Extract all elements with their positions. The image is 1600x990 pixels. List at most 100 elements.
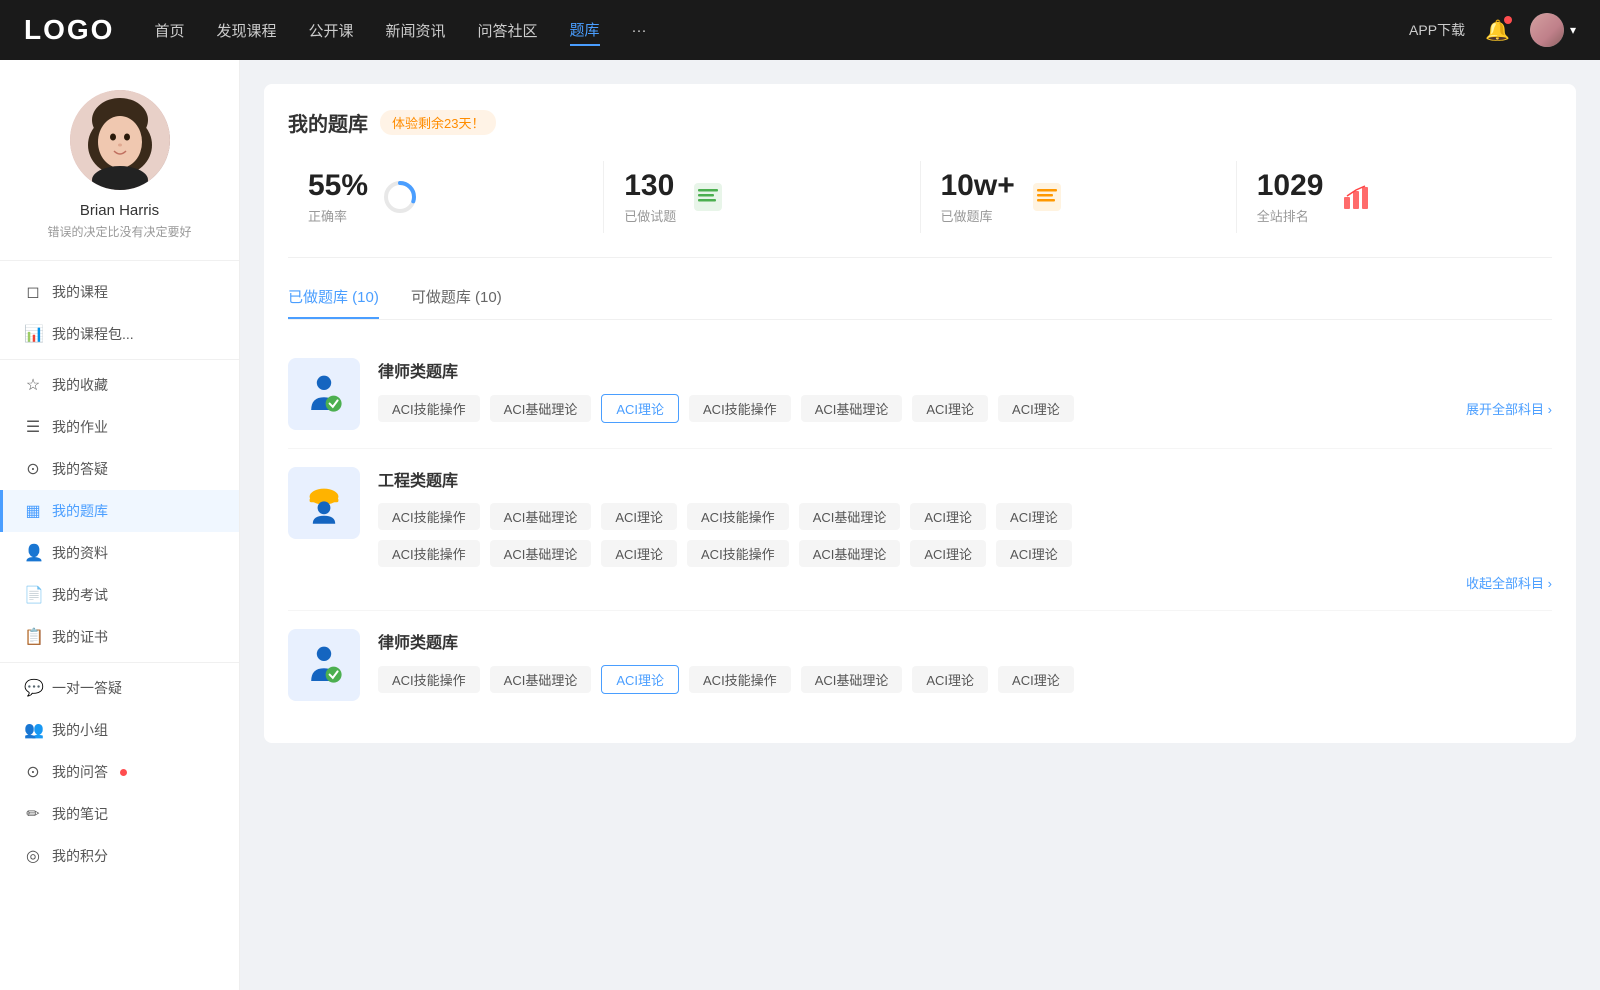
questions-icon: ⊙ [24, 762, 42, 782]
sidebar-item-my-exam[interactable]: 📄 我的考试 [0, 574, 239, 616]
tag[interactable]: ACI理论 [912, 395, 988, 422]
sidebar-item-label: 我的小组 [52, 720, 108, 740]
stat-ranking: 1029 全站排名 [1237, 161, 1552, 233]
tag[interactable]: ACI技能操作 [689, 666, 791, 693]
sidebar-item-label: 我的答疑 [52, 459, 108, 479]
nav-open-class[interactable]: 公开课 [308, 16, 353, 45]
sidebar-item-label: 我的积分 [52, 846, 108, 866]
tag[interactable]: ACI基础理论 [490, 395, 592, 422]
page-title: 我的题库 [288, 108, 368, 137]
tag[interactable]: ACI基础理论 [799, 503, 901, 530]
nav-right: APP下载 🔔 ▾ [1409, 13, 1576, 47]
nav-home[interactable]: 首页 [154, 16, 184, 45]
nav-discover[interactable]: 发现课程 [216, 16, 276, 45]
sidebar-item-my-homework[interactable]: ☰ 我的作业 [0, 406, 239, 448]
expand-link-lawyer1[interactable]: 展开全部科目 › [1466, 399, 1552, 418]
sidebar-item-label: 我的题库 [52, 501, 108, 521]
banks-list-icon [1029, 179, 1065, 215]
ranking-chart-icon [1338, 179, 1374, 215]
questions-list-icon [690, 179, 726, 215]
tag[interactable]: ACI基础理论 [490, 503, 592, 530]
sidebar-item-my-courses[interactable]: ◻ 我的课程 [0, 271, 239, 313]
sidebar-item-my-package[interactable]: 📊 我的课程包... [0, 313, 239, 355]
sidebar-item-my-notes[interactable]: ✏ 我的笔记 [0, 793, 239, 835]
main-content: 我的题库 体验剩余23天！ 55% 正确率 [240, 60, 1600, 990]
nav-menu: 首页 发现课程 公开课 新闻资讯 问答社区 题库 ··· [154, 15, 1409, 46]
nav-more[interactable]: ··· [632, 18, 647, 43]
profile-name: Brian Harris [80, 202, 159, 219]
avatar [70, 90, 170, 190]
courses-icon: ◻ [24, 282, 42, 302]
tag[interactable]: ACI理论 [996, 503, 1072, 530]
tag[interactable]: ACI理论 [912, 666, 988, 693]
tags-row-lawyer1: ACI技能操作 ACI基础理论 ACI理论 ACI技能操作 ACI基础理论 AC… [378, 394, 1552, 423]
tag[interactable]: ACI基础理论 [801, 666, 903, 693]
collapse-footer-engineer1: 收起全部科目 › [378, 573, 1552, 592]
tag[interactable]: ACI理论 [601, 503, 677, 530]
tag[interactable]: ACI理论 [601, 540, 677, 567]
logo: LOGO [24, 14, 114, 46]
tag[interactable]: ACI技能操作 [378, 666, 480, 693]
stat-ranking-label: 全站排名 [1257, 206, 1324, 225]
sidebar-item-one-on-one[interactable]: 💬 一对一答疑 [0, 667, 239, 709]
one-on-one-icon: 💬 [24, 678, 42, 698]
lawyer-bank-icon-2 [288, 629, 360, 701]
sidebar-item-my-qbank[interactable]: ▦ 我的题库 [0, 490, 239, 532]
sidebar-item-my-cert[interactable]: 📋 我的证书 [0, 616, 239, 658]
sidebar-item-my-profile[interactable]: 👤 我的资料 [0, 532, 239, 574]
group-icon: 👥 [24, 720, 42, 740]
tag[interactable]: ACI技能操作 [378, 503, 480, 530]
user-menu[interactable]: ▾ [1530, 13, 1576, 47]
qa-icon: ⊙ [24, 459, 42, 479]
sidebar-item-label: 一对一答疑 [52, 678, 122, 698]
stat-banks-value: 10w+ [941, 169, 1015, 202]
sidebar-item-label: 我的考试 [52, 585, 108, 605]
tag[interactable]: ACI技能操作 [689, 395, 791, 422]
tags-row-engineer1-row2: ACI技能操作 ACI基础理论 ACI理论 ACI技能操作 ACI基础理论 AC… [378, 540, 1552, 567]
tag[interactable]: ACI技能操作 [687, 540, 789, 567]
engineer-bank-icon [288, 467, 360, 539]
page-layout: Brian Harris 错误的决定比没有决定要好 ◻ 我的课程 📊 我的课程包… [0, 60, 1600, 990]
tag[interactable]: ACI理论 [998, 666, 1074, 693]
cert-icon: 📋 [24, 627, 42, 647]
tag[interactable]: ACI基础理论 [490, 666, 592, 693]
qbank-content-engineer1: 工程类题库 ACI技能操作 ACI基础理论 ACI理论 ACI技能操作 ACI基… [378, 467, 1552, 592]
stat-questions-done: 130 已做试题 [604, 161, 920, 233]
chevron-down-icon: ▾ [1570, 23, 1576, 37]
sidebar-item-my-favorites[interactable]: ☆ 我的收藏 [0, 364, 239, 406]
tag[interactable]: ACI理论 [910, 540, 986, 567]
tab-done-banks[interactable]: 已做题库 (10) [288, 286, 379, 319]
tags-row-engineer1-row1: ACI技能操作 ACI基础理论 ACI理论 ACI技能操作 ACI基础理论 AC… [378, 503, 1552, 530]
notification-bell[interactable]: 🔔 [1485, 18, 1510, 43]
sidebar-item-my-qa[interactable]: ⊙ 我的答疑 [0, 448, 239, 490]
tag[interactable]: ACI基础理论 [801, 395, 903, 422]
stat-questions-label: 已做试题 [624, 206, 676, 225]
tag[interactable]: ACI基础理论 [490, 540, 592, 567]
sidebar-item-label: 我的证书 [52, 627, 108, 647]
stat-banks-done: 10w+ 已做题库 [921, 161, 1237, 233]
nav-qa[interactable]: 问答社区 [478, 16, 538, 45]
nav-qbank[interactable]: 题库 [570, 15, 600, 46]
tag[interactable]: ACI理论 [998, 395, 1074, 422]
main-card: 我的题库 体验剩余23天！ 55% 正确率 [264, 84, 1576, 743]
sidebar-item-my-questions[interactable]: ⊙ 我的问答 [0, 751, 239, 793]
stat-accuracy-value: 55% [308, 169, 368, 202]
stat-ranking-text: 1029 全站排名 [1257, 169, 1324, 225]
tag[interactable]: ACI技能操作 [378, 395, 480, 422]
tag[interactable]: ACI基础理论 [799, 540, 901, 567]
tag[interactable]: ACI技能操作 [378, 540, 480, 567]
sidebar-item-my-points[interactable]: ◎ 我的积分 [0, 835, 239, 877]
tag[interactable]: ACI理论 [996, 540, 1072, 567]
collapse-link-engineer1[interactable]: 收起全部科目 › [1466, 573, 1552, 592]
tag[interactable]: ACI理论 [910, 503, 986, 530]
tab-available-banks[interactable]: 可做题库 (10) [411, 286, 502, 319]
tag-active[interactable]: ACI理论 [601, 665, 679, 694]
app-download-link[interactable]: APP下载 [1409, 20, 1465, 40]
qbank-item-lawyer1: 律师类题库 ACI技能操作 ACI基础理论 ACI理论 ACI技能操作 ACI基… [288, 340, 1552, 449]
sidebar-item-my-group[interactable]: 👥 我的小组 [0, 709, 239, 751]
package-icon: 📊 [24, 324, 42, 344]
tag[interactable]: ACI技能操作 [687, 503, 789, 530]
tag-active[interactable]: ACI理论 [601, 394, 679, 423]
stat-questions-text: 130 已做试题 [624, 169, 676, 225]
nav-news[interactable]: 新闻资讯 [386, 16, 446, 45]
